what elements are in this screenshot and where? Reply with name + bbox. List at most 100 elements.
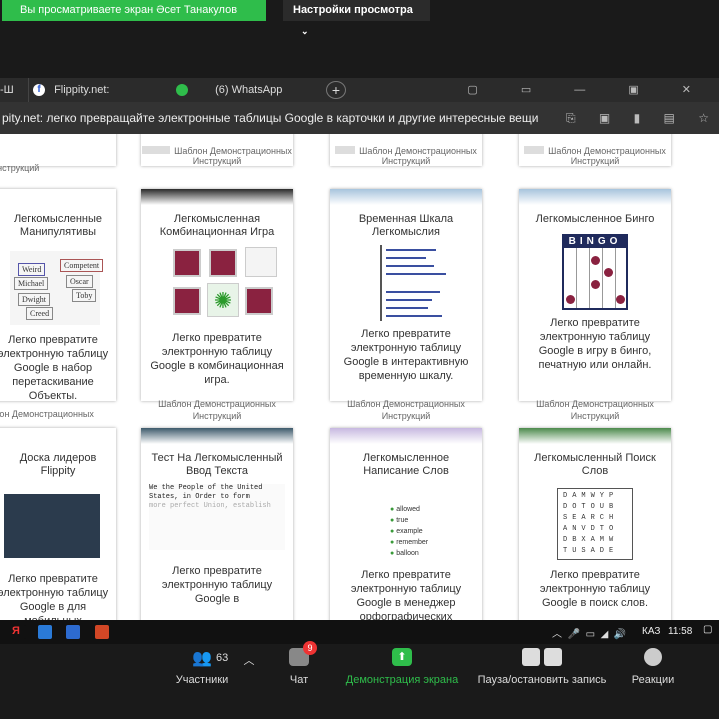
spelling-preview: ● allowed ● true ● example ● remember ● … — [390, 506, 429, 557]
view-options-button[interactable]: Настройки просмотра ⌄ — [283, 0, 430, 36]
demo-caption[interactable]: Шаблон Демонстрационных Инструкций — [141, 146, 293, 166]
word-search-row: TUSADE — [563, 547, 619, 555]
tab-whatsapp[interactable]: (6) WhatsApp — [176, 78, 316, 102]
demo-caption[interactable]: Шаблон Демонстрационных Инструкций — [519, 146, 671, 166]
card-title: Легкомысленная Комбинационная Игра — [159, 213, 275, 238]
card-title: Легкомысленные Манипулятивы — [13, 213, 103, 238]
reactions-button[interactable]: Реакции — [628, 648, 678, 686]
manipulatives-preview: Weird Competent Michael Oscar Dwight Tob… — [10, 251, 104, 325]
card-description: Легко превратите электронную таблицу Goo… — [161, 565, 273, 605]
card-title: Легкомысленный Поиск Слов — [534, 452, 656, 477]
chat-badge: 9 — [303, 641, 317, 655]
demo-caption[interactable]: Шаблон Демонстрационных Инструкций — [326, 398, 486, 422]
install-icon[interactable]: ⎘ — [566, 111, 576, 125]
demo-caption[interactable]: Шаблон Демонстрационных — [0, 408, 110, 420]
windows-taskbar: Я ︿ 🎤 ▭ ◢ 🔊 КАЗ 11:58 ▢ — [0, 620, 719, 644]
card-bingo[interactable]: Легкомысленное Бинго BINGO Легко преврат… — [519, 189, 671, 401]
smiley-icon — [644, 648, 662, 666]
address-bar[interactable]: pity.net: легко превращайте электронные … — [0, 102, 719, 134]
matching-preview: ✺ — [161, 247, 277, 323]
zoom-top-bar: Вы просматриваете экран Әсет Танакулов Н… — [0, 0, 719, 78]
card-matching-game[interactable]: Легкомысленная Комбинационная Игра ✺ Лег… — [141, 189, 293, 401]
pause-record-button[interactable]: Пауза/остановить запись — [474, 648, 610, 686]
extension-icon[interactable]: ▣ — [599, 111, 610, 125]
tab-label: -Ш — [0, 84, 14, 96]
card-title: Легкомысленное Написание Слов — [362, 452, 450, 477]
card-typing-test[interactable]: Тест На Легкомысленный Ввод Текста We th… — [141, 428, 293, 620]
whatsapp-icon — [176, 84, 188, 97]
card-description: Легко превратите электронную таблицу Goo… — [150, 332, 284, 386]
page-title-text: pity.net: легко превращайте электронные … — [2, 111, 539, 125]
reader-icon[interactable]: ▤ — [664, 111, 675, 125]
typing-preview: We the People of the United States, in O… — [149, 484, 285, 550]
card-description: Легко превратите электронную таблицу Goo… — [343, 328, 469, 382]
outlook-icon[interactable] — [38, 625, 52, 639]
card-description: Легко превратите электронную таблицу Goo… — [0, 334, 109, 401]
participants-label: Участники — [175, 674, 229, 686]
card-title: Доска лидеров Flippity — [19, 452, 97, 477]
card-description: Легко превратите электронную таблицу Goo… — [539, 569, 651, 609]
word-search-row: ANVDTO — [563, 525, 619, 533]
flippity-favicon-icon: f — [33, 84, 45, 97]
card-description: Легко превратите электронную таблицу Goo… — [0, 573, 109, 620]
card-title: Легкомысленное Бинго — [535, 213, 655, 225]
chat-button[interactable]: 9 Чат — [284, 641, 317, 686]
participants-button[interactable]: 👥 63 Участники — [172, 650, 232, 686]
card-partial: Шаблон Демонстрационных Инструкций — [330, 134, 482, 166]
word-search-row: DAMWYP — [563, 492, 619, 500]
yandex-icon[interactable]: Я — [12, 625, 26, 639]
screen-share-banner: Вы просматриваете экран Әсет Танакулов — [2, 0, 266, 21]
participants-icon: 👥 — [192, 650, 212, 667]
card-title: Временная Шкала Легкомыслия — [358, 213, 454, 238]
new-tab-button[interactable]: + — [326, 81, 346, 99]
demo-caption[interactable]: Инструкций — [0, 162, 60, 174]
participants-menu-chevron-icon[interactable]: ︿ — [241, 652, 257, 668]
card-partial: Шаблон Демонстрационных Инструкций — [519, 134, 671, 166]
word-search-grid: DAMWYP DOTOUB SEARCH ANVDTO DBXAMW TUSADE — [557, 488, 633, 560]
bingo-card-preview: BINGO — [562, 234, 628, 310]
tab-partial[interactable]: -Ш — [0, 78, 20, 102]
bookmark-icon[interactable]: ▮ — [634, 111, 641, 125]
card-description: Легко превратите электронную таблицу Goo… — [350, 569, 462, 620]
tab-flippity[interactable]: f Flippity.net: Случайный в — [28, 78, 168, 120]
chat-icon: 9 — [289, 641, 317, 666]
address-bar-icons: ⎘ ▣ ▮ ▤ ☆ — [546, 102, 709, 134]
clock[interactable]: 11:58 — [668, 626, 692, 637]
card-word-search[interactable]: Легкомысленный Поиск Слов DAMWYP DOTOUB SE… — [519, 428, 671, 620]
word-search-row: DOTOUB — [563, 503, 619, 511]
card-timeline[interactable]: Временная Шкала Легкомыслия Легко превра… — [330, 189, 482, 401]
card-manipulatives[interactable]: Легкомысленные Манипулятивы Weird Compet… — [0, 189, 116, 401]
zoom-toolbar: 👥 63 Участники ︿ 9 Чат ⬆ Демонстрация эк… — [0, 641, 719, 719]
leaderboard-preview — [4, 494, 100, 558]
powerpoint-icon[interactable] — [95, 625, 109, 639]
tray-icons[interactable]: ︿ 🎤 ▭ ◢ 🔊 — [552, 625, 626, 640]
card-leaderboard[interactable]: Доска лидеров Flippity Легко превратите … — [0, 428, 116, 620]
timeline-preview — [360, 245, 452, 321]
word-search-row: DBXAMW — [563, 536, 619, 544]
pause-record-label: Пауза/остановить запись — [477, 674, 607, 686]
card-partial: Шаблон Демонстрационных Инструкций — [141, 134, 293, 166]
plus-icon: + — [331, 82, 341, 98]
card-description: Легко превратите электронную таблицу Goo… — [538, 317, 652, 371]
word-search-row: SEARCH — [563, 514, 619, 522]
reactions-label: Реакции — [631, 674, 675, 686]
share-screen-button[interactable]: ⬆ Демонстрация экрана — [342, 648, 462, 686]
card-spelling[interactable]: Легкомысленное Написание Слов ● allowed … — [330, 428, 482, 620]
zoom-app-icon[interactable] — [66, 625, 80, 639]
pause-stop-icon — [520, 648, 564, 666]
chat-label: Чат — [289, 674, 309, 686]
view-options-label: Настройки просмотра — [293, 4, 413, 16]
demo-caption[interactable]: Шаблон Демонстрационных Инструкций — [137, 398, 297, 422]
demo-caption[interactable]: Шаблон Демонстрационных Инструкций — [330, 146, 482, 166]
language-indicator[interactable]: КАЗ — [642, 626, 660, 637]
window-controls[interactable]: ▢ ▭ — ▣ ✕ — [467, 78, 711, 102]
flippity-page: Шаблон Демонстрационных Инструкций Шабло… — [0, 134, 719, 620]
browser-tab-bar: -Ш f Flippity.net: Случайный в (6) Whats… — [0, 78, 719, 120]
favorites-icon[interactable]: ☆ — [698, 111, 709, 125]
notification-icon[interactable]: ▢ — [703, 624, 712, 635]
chevron-down-icon: ⌄ — [301, 26, 309, 36]
tab-label: (6) WhatsApp — [215, 84, 283, 96]
participants-count: 63 — [216, 652, 229, 664]
demo-caption[interactable]: Шаблон Демонстрационных Инструкций — [515, 398, 675, 422]
virus-icon: ✺ — [207, 283, 239, 317]
